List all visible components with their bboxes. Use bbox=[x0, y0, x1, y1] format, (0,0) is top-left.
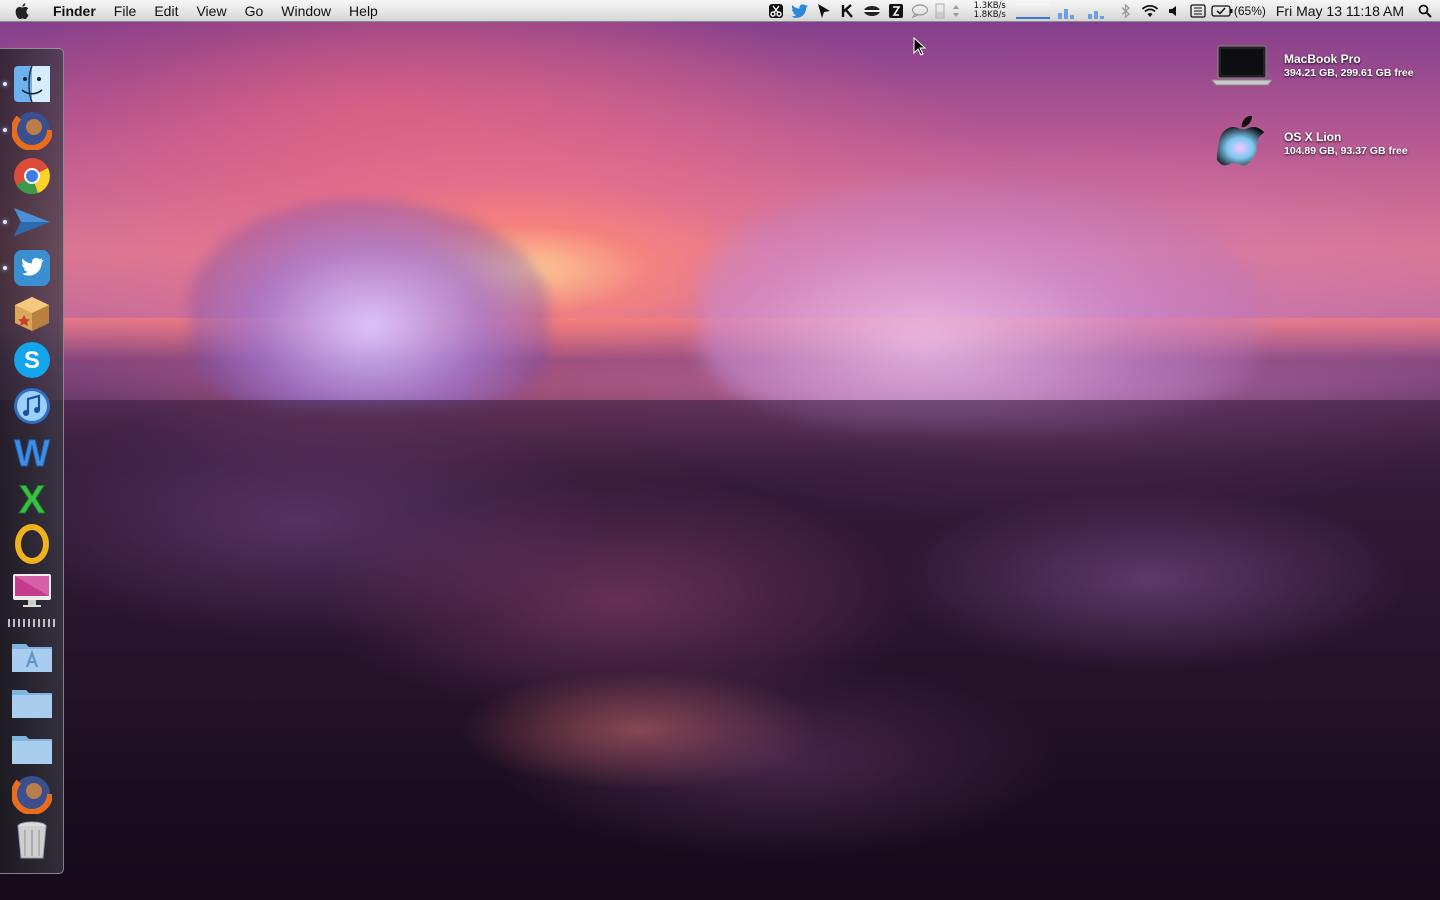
firefox-icon bbox=[12, 110, 52, 150]
chrome-icon bbox=[14, 158, 50, 195]
svg-text:S: S bbox=[24, 347, 40, 374]
sparrow-icon[interactable] bbox=[812, 0, 836, 22]
dock-firefox-stack[interactable] bbox=[10, 773, 54, 815]
svg-text:W: W bbox=[14, 433, 50, 472]
desktop-drive-macbook-pro[interactable]: MacBook Pro 394.21 GB, 299.61 GB free bbox=[1210, 38, 1414, 94]
dock-running-indicator bbox=[3, 220, 7, 224]
laptop-icon bbox=[1210, 38, 1274, 94]
dock-skype[interactable]: S bbox=[10, 339, 54, 381]
chat-bubble-icon[interactable] bbox=[908, 0, 932, 22]
dock-imac[interactable] bbox=[10, 569, 54, 611]
k-app-icon[interactable] bbox=[836, 0, 860, 22]
svg-text:X: X bbox=[19, 478, 46, 518]
scissors-app-icon[interactable] bbox=[764, 0, 788, 22]
volume-icon[interactable] bbox=[1162, 0, 1186, 22]
dock-running-indicator bbox=[3, 82, 7, 86]
excel-x-icon: X bbox=[18, 478, 46, 518]
dropbox-icon[interactable] bbox=[884, 0, 908, 22]
dock-openoffice[interactable] bbox=[10, 523, 54, 565]
word-w-icon: W bbox=[14, 433, 51, 473]
dock-twitter[interactable] bbox=[3, 247, 54, 289]
spotlight-search-icon[interactable] bbox=[1410, 0, 1440, 22]
network-graph[interactable] bbox=[1015, 3, 1050, 19]
memory-meter-icon[interactable] bbox=[1057, 3, 1080, 19]
menu-help[interactable]: Help bbox=[340, 0, 387, 22]
imac-display-icon bbox=[13, 574, 51, 607]
menu-extras: 1.3KB/s 1.8KB/s (65%) Fri May 13 11:18 A… bbox=[764, 0, 1440, 22]
twitter-icon bbox=[14, 250, 50, 286]
apple-logo-drive-icon bbox=[1210, 116, 1274, 172]
menu-clock[interactable]: Fri May 13 11:18 AM bbox=[1270, 3, 1410, 19]
dock-downloads-folder[interactable] bbox=[10, 727, 54, 769]
package-box-icon bbox=[15, 297, 49, 331]
desktop-drive-os-x-lion[interactable]: OS X Lion 104.89 GB, 93.37 GB free bbox=[1210, 116, 1408, 172]
dock-applications-folder[interactable] bbox=[10, 635, 54, 677]
dock-word[interactable]: W bbox=[10, 431, 54, 473]
paper-plane-icon bbox=[14, 208, 50, 236]
menu-bar: Finder File Edit View Go Window Help 1.3… bbox=[0, 0, 1440, 22]
disk-meter-icon[interactable] bbox=[1087, 3, 1110, 19]
network-download-speed: 1.8KB/s bbox=[973, 10, 1006, 20]
menu-file[interactable]: File bbox=[105, 0, 146, 22]
o-letter-icon bbox=[15, 524, 49, 564]
applications-folder-icon bbox=[12, 644, 52, 672]
dock-running-indicator bbox=[3, 128, 7, 132]
menu-go[interactable]: Go bbox=[236, 0, 273, 22]
mouse-cursor-icon bbox=[913, 37, 927, 56]
drive-capacity: 104.89 GB, 93.37 GB free bbox=[1284, 145, 1408, 157]
drive-capacity: 394.21 GB, 299.61 GB free bbox=[1284, 67, 1414, 79]
dock-separator bbox=[8, 619, 56, 627]
wallpaper-rocks bbox=[0, 400, 1440, 900]
dock: S W X bbox=[0, 48, 64, 874]
folder-icon bbox=[12, 690, 52, 718]
dock-excel[interactable]: X bbox=[10, 477, 54, 519]
menu-app-finder[interactable]: Finder bbox=[44, 0, 105, 22]
dock-package-app[interactable] bbox=[10, 293, 54, 335]
folder-icon bbox=[12, 736, 52, 764]
apple-menu-icon[interactable] bbox=[0, 0, 44, 22]
dock-chrome[interactable] bbox=[10, 155, 54, 197]
dock-sparrow[interactable] bbox=[3, 201, 54, 243]
battery-percent[interactable]: (65%) bbox=[1234, 4, 1270, 18]
dock-finder[interactable] bbox=[3, 63, 54, 105]
twitter-bird-icon[interactable] bbox=[788, 0, 812, 22]
bluetooth-icon[interactable] bbox=[1114, 0, 1138, 22]
drive-name: OS X Lion bbox=[1284, 130, 1342, 144]
menu-view[interactable]: View bbox=[187, 0, 235, 22]
dock-trash[interactable] bbox=[10, 819, 54, 861]
drive-name: MacBook Pro bbox=[1284, 52, 1361, 66]
wallpaper-wave-spray-right bbox=[700, 180, 1260, 430]
firefox-icon bbox=[12, 774, 52, 814]
wifi-icon[interactable] bbox=[1138, 0, 1162, 22]
dock-firefox[interactable] bbox=[3, 109, 54, 151]
trash-icon bbox=[17, 821, 47, 859]
dock-running-indicator bbox=[3, 266, 7, 270]
hat-icon[interactable] bbox=[860, 0, 884, 22]
network-speed-readout[interactable]: 1.3KB/s 1.8KB/s bbox=[964, 0, 1006, 22]
finder-icon bbox=[14, 65, 50, 103]
cpu-meter-icon[interactable] bbox=[932, 0, 948, 22]
battery-icon[interactable] bbox=[1210, 0, 1234, 22]
itunes-icon bbox=[14, 388, 50, 424]
menu-edit[interactable]: Edit bbox=[145, 0, 187, 22]
updown-arrows-icon[interactable] bbox=[948, 0, 964, 22]
dock-documents-folder[interactable] bbox=[10, 681, 54, 723]
menu-window[interactable]: Window bbox=[272, 0, 340, 22]
dock-itunes[interactable] bbox=[10, 385, 54, 427]
keyboard-input-icon[interactable] bbox=[1186, 0, 1210, 22]
skype-icon: S bbox=[14, 342, 50, 378]
